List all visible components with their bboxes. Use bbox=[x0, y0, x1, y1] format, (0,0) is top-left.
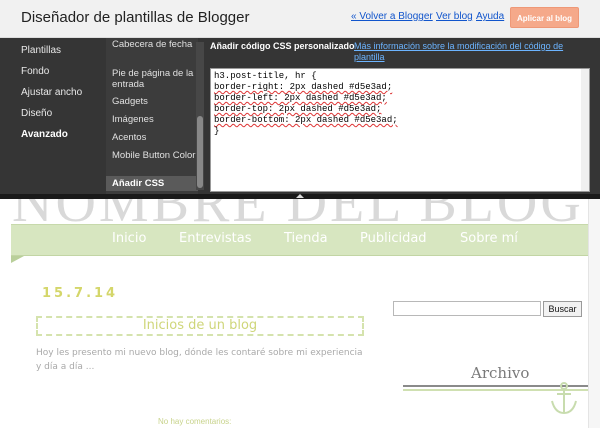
nav-tab-tienda[interactable]: Tienda bbox=[284, 231, 328, 246]
post-title[interactable]: Inicios de un blog bbox=[36, 316, 364, 336]
code-line-text: border-top: 2px dashed #d5e3ad; bbox=[214, 104, 382, 114]
left-nav-item-ajustar-ancho[interactable]: Ajustar ancho bbox=[21, 87, 82, 98]
search-button[interactable]: Buscar bbox=[543, 301, 582, 317]
sub-nav-item-pie-entrada[interactable]: Pie de página de la entrada bbox=[112, 68, 196, 90]
custom-css-section: Añadir código CSS personalizado Más info… bbox=[206, 38, 600, 194]
code-line-text: border-right: 2px dashed #d5e3ad; bbox=[214, 82, 393, 92]
search-input[interactable] bbox=[393, 301, 541, 316]
designer-top-bar: Diseñador de plantillas de Blogger « Vol… bbox=[0, 0, 600, 38]
nav-tab-inicio[interactable]: Inicio bbox=[112, 231, 146, 246]
code-line: } bbox=[214, 126, 220, 136]
left-nav-item-diseno[interactable]: Diseño bbox=[21, 108, 52, 119]
sub-nav-scrollbar[interactable] bbox=[196, 42, 204, 190]
blog-preview: NOMBRE DEL BLOG Inicio Entrevistas Tiend… bbox=[0, 199, 600, 428]
post-body: Hoy les presento mi nuevo blog, dónde le… bbox=[36, 348, 363, 372]
nav-tab-sobre-mi[interactable]: Sobre mí bbox=[460, 231, 518, 246]
code-line: h3.post-title, hr { bbox=[214, 71, 317, 81]
scroll-thumb[interactable] bbox=[197, 116, 203, 188]
left-nav-item-fondo[interactable]: Fondo bbox=[21, 66, 49, 77]
sub-nav-item-imagenes[interactable]: Imágenes bbox=[112, 114, 196, 125]
nav-ribbon-fold bbox=[11, 256, 24, 263]
preview-scrollbar[interactable] bbox=[588, 199, 600, 428]
post-comments-link[interactable]: No hay comentarios: bbox=[158, 417, 231, 426]
back-to-blogger-link[interactable]: « Volver a Blogger bbox=[351, 11, 433, 22]
settings-panel: Plantillas Fondo Ajustar ancho Diseño Av… bbox=[0, 38, 600, 194]
left-nav: Plantillas Fondo Ajustar ancho Diseño Av… bbox=[0, 38, 106, 194]
css-help-link[interactable]: Más información sobre la modificación de… bbox=[354, 41, 580, 63]
help-link[interactable]: Ayuda bbox=[476, 11, 504, 22]
left-nav-item-avanzado[interactable]: Avanzado bbox=[21, 129, 68, 140]
apply-to-blog-button[interactable]: Aplicar al blog bbox=[510, 7, 579, 28]
sub-nav-item-cabecera-fecha[interactable]: Cabecera de fecha bbox=[112, 39, 196, 50]
code-line: border-top: 2px dashed #d5e3ad; bbox=[214, 104, 586, 115]
sub-nav-item-anadir-css[interactable]: Añadir CSS bbox=[106, 176, 198, 191]
nav-tab-publicidad[interactable]: Publicidad bbox=[360, 231, 427, 246]
sub-nav-item-mobile-button-color[interactable]: Mobile Button Color bbox=[112, 150, 196, 161]
blog-nav-bar: Inicio Entrevistas Tienda Publicidad Sob… bbox=[11, 224, 588, 256]
anchor-icon bbox=[551, 382, 577, 415]
custom-css-heading: Añadir código CSS personalizado bbox=[210, 41, 355, 51]
css-code-editor[interactable]: h3.post-title, hr { border-right: 2px da… bbox=[210, 68, 590, 192]
code-line: border-left: 2px dashed #d5e3ad; bbox=[214, 93, 586, 104]
code-line-text: border-left: 2px dashed #d5e3ad; bbox=[214, 93, 387, 103]
left-nav-item-plantillas[interactable]: Plantillas bbox=[21, 45, 61, 56]
collapse-arrow-icon[interactable] bbox=[296, 194, 304, 198]
view-blog-link[interactable]: Ver blog bbox=[436, 11, 473, 22]
post-date: 15.7.14 bbox=[42, 286, 119, 301]
code-line: border-bottom: 2px dashed #d5e3ad; bbox=[214, 115, 586, 126]
app-title: Diseñador de plantillas de Blogger bbox=[21, 9, 250, 26]
sub-nav: Cabecera de fecha Pie de página de la en… bbox=[106, 38, 198, 194]
code-line-text: border-bottom: 2px dashed #d5e3ad; bbox=[214, 115, 398, 125]
code-line: border-right: 2px dashed #d5e3ad; bbox=[214, 82, 586, 93]
archive-heading: Archivo bbox=[469, 364, 532, 382]
sub-nav-item-acentos[interactable]: Acentos bbox=[112, 132, 196, 143]
nav-tab-entrevistas[interactable]: Entrevistas bbox=[179, 231, 252, 246]
sub-nav-item-gadgets[interactable]: Gadgets bbox=[112, 96, 196, 107]
editor-scrollbar[interactable] bbox=[581, 69, 589, 191]
